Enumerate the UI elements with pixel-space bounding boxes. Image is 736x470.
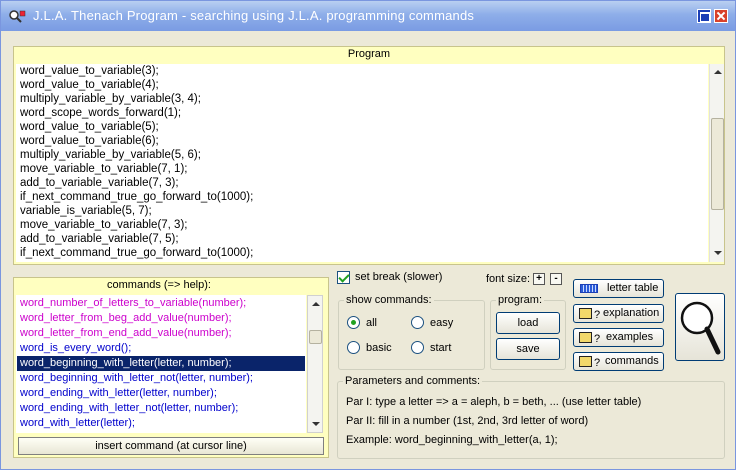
code-line[interactable]: move_variable_to_variable(7, 1); bbox=[20, 163, 187, 175]
parameter-line: Par I: type a letter => a = aleph, b = b… bbox=[346, 396, 642, 408]
set-break-checkbox[interactable] bbox=[337, 271, 350, 284]
radio-basic-label[interactable]: basic bbox=[366, 342, 392, 354]
parameter-line: Par II: fill in a number (1st, 2nd, 3rd … bbox=[346, 415, 589, 427]
letter-table-button[interactable]: letter table bbox=[573, 279, 664, 298]
code-line[interactable]: add_to_variable_variable(7, 3); bbox=[20, 177, 179, 189]
list-item[interactable]: word_number_of_letters_to_variable(numbe… bbox=[20, 296, 304, 311]
program-legend: program: bbox=[496, 294, 545, 306]
radio-all-label[interactable]: all bbox=[366, 317, 377, 329]
radio-easy-label[interactable]: easy bbox=[430, 317, 453, 329]
program-group: program: load save bbox=[490, 294, 566, 370]
scroll-thumb[interactable] bbox=[309, 330, 322, 344]
code-line[interactable]: word_value_to_variable(6); bbox=[20, 135, 159, 147]
list-item[interactable]: word_letter_from_end_add_value(number); bbox=[20, 326, 304, 341]
program-editor[interactable]: word_value_to_variable(3); word_value_to… bbox=[16, 64, 708, 262]
commands-button[interactable]: ? commands bbox=[573, 352, 664, 371]
load-button[interactable]: load bbox=[496, 312, 560, 334]
font-size-label: font size: bbox=[486, 273, 531, 285]
code-line[interactable]: move_variable_to_variable(7, 3); bbox=[20, 219, 187, 231]
parameters-group: Parameters and comments: Par I: type a l… bbox=[337, 375, 725, 459]
radio-basic[interactable] bbox=[347, 341, 360, 354]
explanation-button[interactable]: ? explanation bbox=[573, 304, 664, 323]
radio-start[interactable] bbox=[411, 341, 424, 354]
code-line[interactable]: word_scope_words_forward(1); bbox=[20, 107, 181, 119]
main-window: J.L.A. Thenach Program - searching using… bbox=[0, 0, 736, 470]
code-line[interactable]: word_value_to_variable(3); bbox=[20, 65, 159, 77]
radio-start-label[interactable]: start bbox=[430, 342, 451, 354]
program-scrollbar[interactable] bbox=[709, 64, 724, 262]
help-book-icon bbox=[579, 356, 592, 367]
search-button[interactable] bbox=[675, 293, 725, 361]
show-commands-group: show commands: all easy basic start bbox=[338, 294, 485, 370]
help-glyph: ? bbox=[594, 333, 601, 345]
commands-scrollbar[interactable] bbox=[307, 295, 323, 433]
keyboard-icon bbox=[580, 284, 598, 293]
commands-label: commands bbox=[605, 355, 659, 367]
list-item[interactable]: word_beginning_with_letter_not(letter, n… bbox=[20, 371, 304, 386]
code-line[interactable]: multiply_variable_by_variable(3, 4); bbox=[20, 93, 201, 105]
scroll-down-icon[interactable] bbox=[312, 422, 320, 426]
set-break-label: set break (slower) bbox=[355, 271, 443, 283]
font-minus-button[interactable]: - bbox=[550, 273, 562, 285]
commands-header[interactable]: commands (=> help): bbox=[14, 278, 304, 293]
code-line[interactable]: if_next_command_true_go_forward_to(1000)… bbox=[20, 191, 253, 203]
save-button[interactable]: save bbox=[496, 338, 560, 360]
insert-command-button[interactable]: insert command (at cursor line) bbox=[18, 437, 324, 455]
program-pane: Program word_value_to_variable(3); word_… bbox=[13, 46, 725, 265]
list-item[interactable]: word_ending_with_letter(letter, number); bbox=[20, 386, 304, 401]
list-item[interactable]: word_with_letter(letter); bbox=[20, 416, 304, 431]
font-plus-button[interactable]: + bbox=[533, 273, 545, 285]
scroll-down-icon[interactable] bbox=[714, 251, 722, 255]
radio-easy[interactable] bbox=[411, 316, 424, 329]
examples-label: examples bbox=[606, 331, 654, 343]
help-book-icon bbox=[579, 332, 592, 343]
examples-button[interactable]: ? examples bbox=[573, 328, 664, 347]
list-item-selected[interactable]: word_beginning_with_letter(letter, numbe… bbox=[17, 356, 305, 371]
scroll-thumb[interactable] bbox=[711, 118, 724, 210]
window-title: J.L.A. Thenach Program - searching using… bbox=[33, 8, 475, 23]
program-header: Program bbox=[347, 48, 391, 60]
maximize-button[interactable] bbox=[697, 9, 711, 23]
code-line[interactable]: word_value_to_variable(5); bbox=[20, 121, 159, 133]
code-line[interactable]: variable_is_variable(5, 7); bbox=[20, 205, 152, 217]
list-item[interactable]: word_letter_from_beg_add_value(number); bbox=[20, 311, 304, 326]
letter-table-label: letter table bbox=[607, 282, 659, 294]
commands-pane: commands (=> help): word_number_of_lette… bbox=[13, 277, 329, 458]
magnifier-app-icon bbox=[9, 10, 26, 23]
radio-all[interactable] bbox=[347, 316, 360, 329]
code-line[interactable]: if_next_command_true_go_forward_to(1000)… bbox=[20, 247, 253, 259]
list-item[interactable]: word_is_every_word(); bbox=[20, 341, 304, 356]
help-glyph: ? bbox=[594, 357, 601, 369]
list-item[interactable]: word_ending_with_letter_not(letter, numb… bbox=[20, 401, 304, 416]
parameter-line: Example: word_beginning_with_letter(a, 1… bbox=[346, 434, 558, 446]
parameters-legend: Parameters and comments: bbox=[343, 375, 483, 387]
code-line[interactable]: word_value_to_variable(4); bbox=[20, 79, 159, 91]
commands-list[interactable]: word_number_of_letters_to_variable(numbe… bbox=[16, 295, 306, 433]
code-line[interactable]: add_to_variable_variable(7, 5); bbox=[20, 233, 179, 245]
show-commands-legend: show commands: bbox=[344, 294, 434, 306]
explanation-label: explanation bbox=[603, 307, 660, 319]
title-bar[interactable]: J.L.A. Thenach Program - searching using… bbox=[1, 1, 735, 31]
help-book-icon bbox=[579, 308, 592, 319]
magnifier-icon bbox=[680, 301, 721, 355]
help-glyph: ? bbox=[594, 309, 601, 321]
code-line[interactable]: multiply_variable_by_variable(5, 6); bbox=[20, 149, 201, 161]
scroll-up-icon[interactable] bbox=[714, 70, 722, 74]
scroll-up-icon[interactable] bbox=[312, 302, 320, 306]
close-button[interactable] bbox=[714, 9, 728, 23]
